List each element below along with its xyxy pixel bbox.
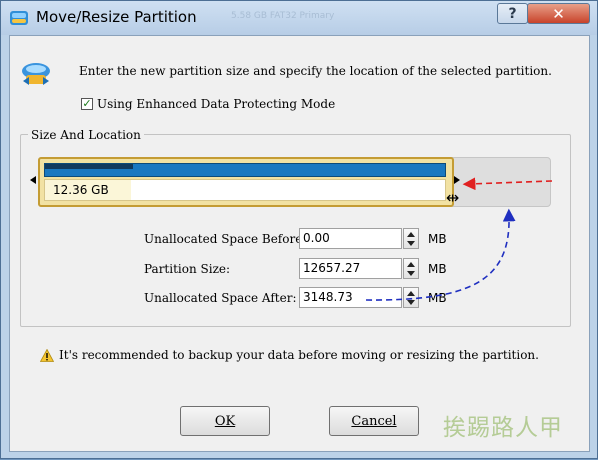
unallocated-after-input[interactable]: 3148.73 xyxy=(299,287,402,308)
partition-size-input[interactable]: 12657.27 xyxy=(299,258,402,279)
move-resize-dialog: Move/Resize Partition 5.58 GB FAT32 Prim… xyxy=(0,0,598,459)
partition-size-unit: MB xyxy=(428,262,447,276)
help-button[interactable]: ? xyxy=(497,3,528,24)
title-bar[interactable]: Move/Resize Partition 5.58 GB FAT32 Prim… xyxy=(1,1,597,35)
unallocated-before-unit: MB xyxy=(428,232,447,246)
watermark-text: 挨踢路人甲 xyxy=(443,415,563,441)
warning-icon xyxy=(40,349,54,362)
unallocated-after-unit: MB xyxy=(428,291,447,305)
left-resize-handle[interactable] xyxy=(30,176,36,184)
partition-size-label: 12.36 GB xyxy=(53,183,109,197)
partition-info-area: 12.36 GB xyxy=(44,179,446,201)
background-title-text: 5.58 GB FAT32 Primary xyxy=(231,11,335,21)
close-button[interactable]: ✕ xyxy=(527,3,590,24)
backup-warning-text: It's recommended to backup your data bef… xyxy=(59,348,539,362)
partition-size-spinner[interactable] xyxy=(403,258,419,279)
unallocated-before-label: Unallocated Space Before: xyxy=(144,232,307,246)
resize-cursor-icon: ⇹ xyxy=(446,188,460,207)
move-resize-icon xyxy=(22,63,50,85)
partition-size-field-label: Partition Size: xyxy=(144,262,231,276)
unallocated-after-label: Unallocated Space After: xyxy=(144,291,297,305)
dialog-body: Enter the new partition size and specify… xyxy=(9,35,590,452)
enhanced-protect-label[interactable]: Using Enhanced Data Protecting Mode xyxy=(97,97,335,111)
unallocated-before-input[interactable]: 0.00 xyxy=(299,228,402,249)
enhanced-protect-checkbox[interactable]: ✓ xyxy=(81,98,93,110)
unallocated-after-spinner[interactable] xyxy=(403,287,419,308)
intro-text: Enter the new partition size and specify… xyxy=(79,64,552,78)
ok-button[interactable]: OK xyxy=(180,406,270,436)
size-location-label: Size And Location xyxy=(28,128,144,142)
used-space-bar xyxy=(44,163,446,177)
partition-app-icon xyxy=(10,11,28,25)
cancel-button[interactable]: Cancel xyxy=(329,406,419,436)
window-title: Move/Resize Partition xyxy=(36,8,197,26)
unallocated-before-spinner[interactable] xyxy=(403,228,419,249)
right-resize-handle[interactable] xyxy=(454,176,460,184)
